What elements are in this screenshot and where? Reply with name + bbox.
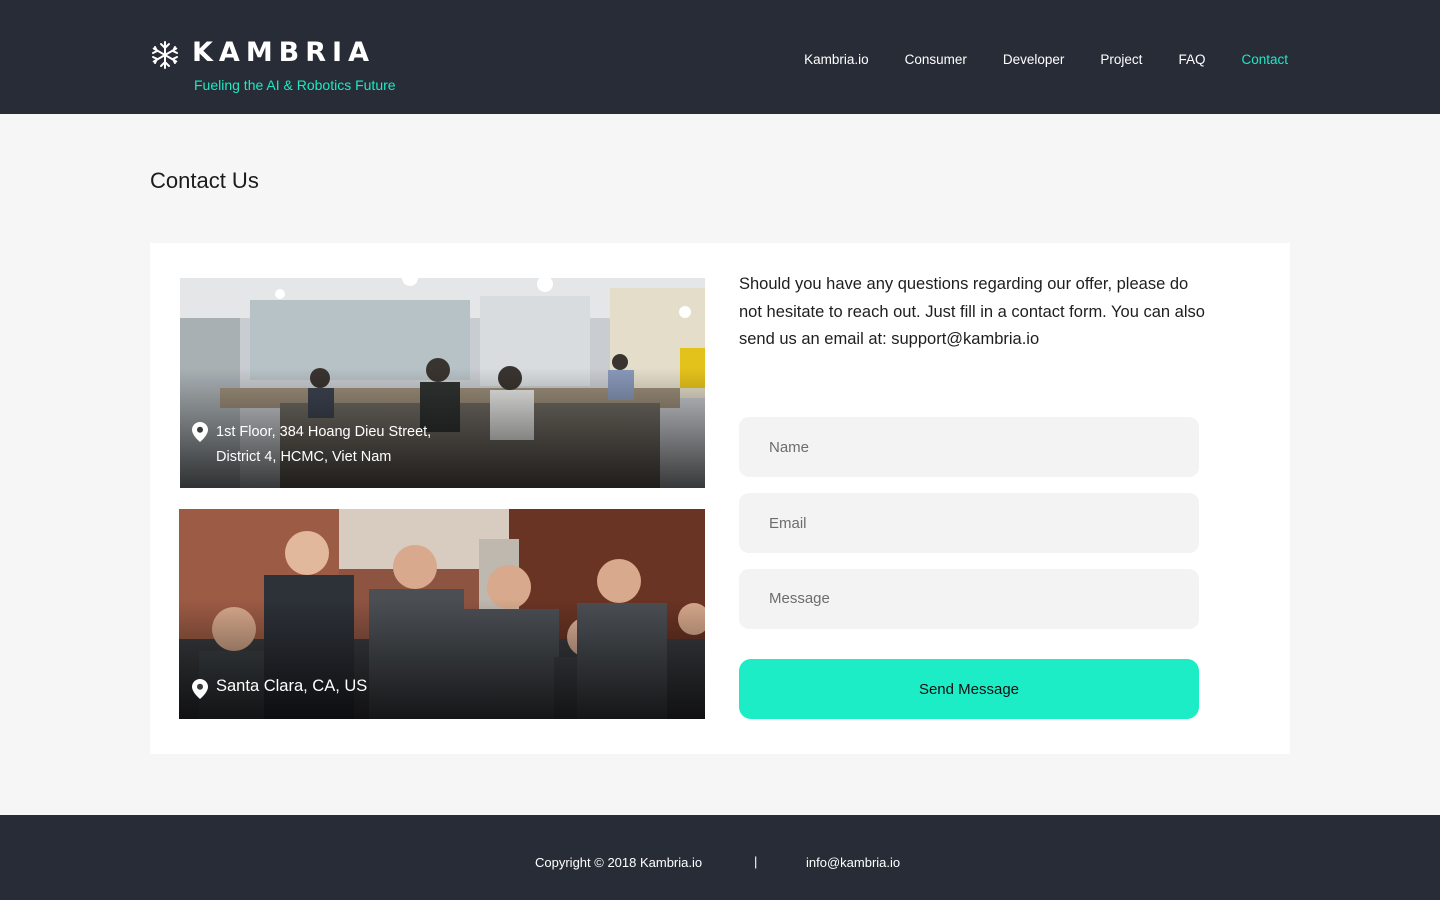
nav-link-project[interactable]: Project [1100,52,1142,67]
location-address: 1st Floor, 384 Hoang Dieu Street, Distri… [216,420,431,470]
nav-link-contact[interactable]: Contact [1241,52,1288,67]
footer-email-link[interactable]: info@kambria.io [806,855,900,870]
message-input[interactable] [739,569,1199,629]
name-input[interactable] [739,417,1199,477]
brand-tagline: Fueling the AI & Robotics Future [194,77,396,93]
address-line-2: District 4, HCMC, Viet Nam [216,449,392,465]
brand-logo[interactable]: KAMBRIA Fueling the AI & Robotics Future [150,37,410,98]
photo-shade [179,599,705,719]
footer-separator: | [754,854,758,869]
location-address: Santa Clara, CA, US [216,677,368,695]
nav-link-developer[interactable]: Developer [1003,52,1065,67]
nav-link-kambria[interactable]: Kambria.io [804,52,869,67]
contact-card: 1st Floor, 384 Hoang Dieu Street, Distri… [150,243,1290,754]
nav-link-consumer[interactable]: Consumer [905,52,967,67]
contact-intro: Should you have any questions regarding … [739,275,1205,349]
site-footer: Copyright © 2018 Kambria.io | info@kambr… [0,815,1440,900]
send-message-button[interactable]: Send Message [739,659,1199,719]
site-header: KAMBRIA Fueling the AI & Robotics Future… [0,0,1440,114]
email-input[interactable] [739,493,1199,553]
address-line-1: 1st Floor, 384 Hoang Dieu Street, [216,424,432,440]
snowflake-logo-icon [152,41,178,69]
brand-name: KAMBRIA [192,37,375,68]
page-title: Contact Us [150,168,259,193]
map-pin-icon [192,679,208,699]
main-nav: Kambria.io Consumer Developer Project FA… [804,52,1288,67]
location-card-hcmc: 1st Floor, 384 Hoang Dieu Street, Distri… [180,278,705,488]
map-pin-icon [192,422,208,442]
copyright-text: Copyright © 2018 Kambria.io [535,855,703,870]
location-card-santa-clara: Santa Clara, CA, US [179,509,705,719]
nav-link-faq[interactable]: FAQ [1178,52,1205,67]
